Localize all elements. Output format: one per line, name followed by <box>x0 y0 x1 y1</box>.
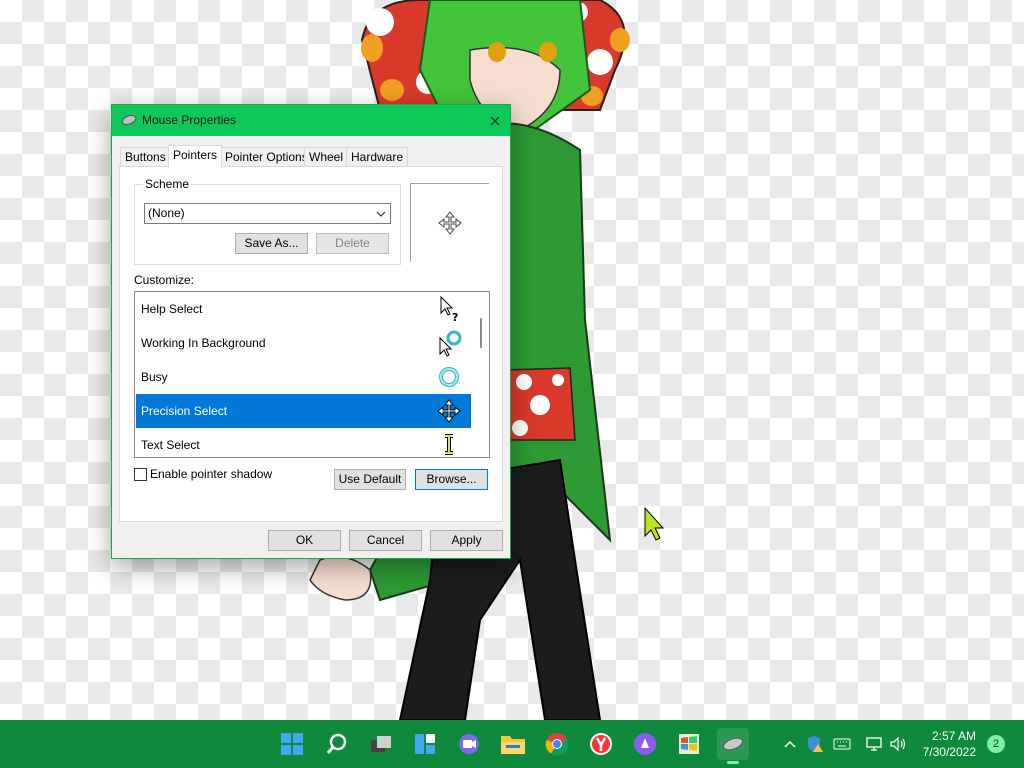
svg-text:?: ? <box>452 311 458 323</box>
mouse-properties-dialog: Mouse Properties Buttons Pointers Pointe… <box>111 104 511 559</box>
busy-cursor-icon <box>439 367 459 387</box>
search-icon[interactable] <box>321 728 353 760</box>
cancel-button[interactable]: Cancel <box>349 530 422 551</box>
cursor-preview <box>410 183 489 262</box>
clock-date: 7/30/2022 <box>922 745 976 759</box>
start-icon[interactable] <box>276 728 308 760</box>
list-item-label: Text Select <box>141 438 200 452</box>
network-icon[interactable] <box>864 734 884 754</box>
move-cursor-icon <box>437 399 461 423</box>
pointer-shadow-option[interactable]: Enable pointer shadow <box>134 467 272 481</box>
list-item-label: Working In Background <box>141 336 266 350</box>
tab-pointers[interactable]: Pointers <box>168 145 223 168</box>
pointer-shadow-label: Enable pointer shadow <box>150 467 273 481</box>
cursor-list[interactable]: Help Select ? Working In Background Busy <box>134 291 490 458</box>
customize-label: Customize: <box>134 273 195 287</box>
move-cursor-icon <box>438 211 462 235</box>
pointers-tab-panel: Scheme (None) Save As... Delete Customiz… <box>119 166 503 522</box>
taskbar: 2:57 AM 7/30/2022 2 <box>0 720 1024 768</box>
alice-icon[interactable] <box>629 728 661 760</box>
save-as-button[interactable]: Save As... <box>235 233 308 254</box>
list-item-text-select[interactable]: Text Select <box>136 428 471 457</box>
scheme-legend: Scheme <box>143 177 192 191</box>
mouse-icon <box>121 114 137 129</box>
apply-button[interactable]: Apply <box>430 530 503 551</box>
list-item-working-in-background[interactable]: Working In Background <box>136 326 471 360</box>
pointer-shadow-checkbox[interactable] <box>134 467 147 481</box>
scheme-dropdown[interactable]: (None) <box>144 203 391 224</box>
text-select-cursor-icon <box>445 434 453 455</box>
mouse-icon[interactable] <box>717 728 749 764</box>
tab-pointer-options[interactable]: Pointer Options <box>220 147 313 167</box>
browse-button[interactable]: Browse... <box>415 469 488 490</box>
help-select-cursor-icon: ? <box>440 295 458 323</box>
working-in-background-cursor-icon <box>439 330 462 357</box>
list-item-label: Help Select <box>141 302 203 316</box>
security-warning-icon[interactable] <box>805 734 825 754</box>
notification-badge[interactable]: 2 <box>987 735 1005 753</box>
delete-button[interactable]: Delete <box>316 233 389 254</box>
tab-buttons[interactable]: Buttons <box>120 147 171 167</box>
file-explorer-icon[interactable] <box>497 728 529 760</box>
window-title: Mouse Properties <box>142 113 237 127</box>
chevron-down-icon <box>376 204 386 229</box>
ok-button[interactable]: OK <box>268 530 341 551</box>
scheme-group: Scheme (None) Save As... Delete <box>134 177 401 265</box>
list-scrollbar[interactable] <box>472 292 489 457</box>
title-bar[interactable]: Mouse Properties <box>112 105 510 136</box>
list-item-label: Precision Select <box>141 404 228 418</box>
keyboard-icon[interactable] <box>832 734 852 754</box>
windows-logo-icon[interactable] <box>673 728 705 760</box>
tab-wheel[interactable]: Wheel <box>304 147 349 167</box>
list-item-precision-select[interactable]: Precision Select <box>136 394 471 428</box>
yandex-icon[interactable] <box>585 728 617 760</box>
chevron-up-icon[interactable] <box>780 734 800 754</box>
clock-time: 2:57 AM <box>931 729 976 743</box>
list-item-busy[interactable]: Busy <box>136 360 471 394</box>
scrollbar-thumb[interactable] <box>480 318 482 348</box>
close-icon[interactable] <box>480 105 510 136</box>
list-item-label: Busy <box>141 370 168 384</box>
clock[interactable]: 2:57 AM 7/30/2022 <box>912 728 976 760</box>
scheme-selected-value: (None) <box>148 206 185 220</box>
chrome-icon[interactable] <box>541 728 573 760</box>
running-indicator <box>727 761 739 764</box>
list-item-help-select[interactable]: Help Select ? <box>136 292 471 326</box>
widgets-icon[interactable] <box>409 728 441 760</box>
volume-icon[interactable] <box>888 734 908 754</box>
chat-icon[interactable] <box>453 728 485 760</box>
task-view-icon[interactable] <box>365 728 397 760</box>
tab-hardware[interactable]: Hardware <box>346 147 409 167</box>
use-default-button[interactable]: Use Default <box>334 469 406 490</box>
